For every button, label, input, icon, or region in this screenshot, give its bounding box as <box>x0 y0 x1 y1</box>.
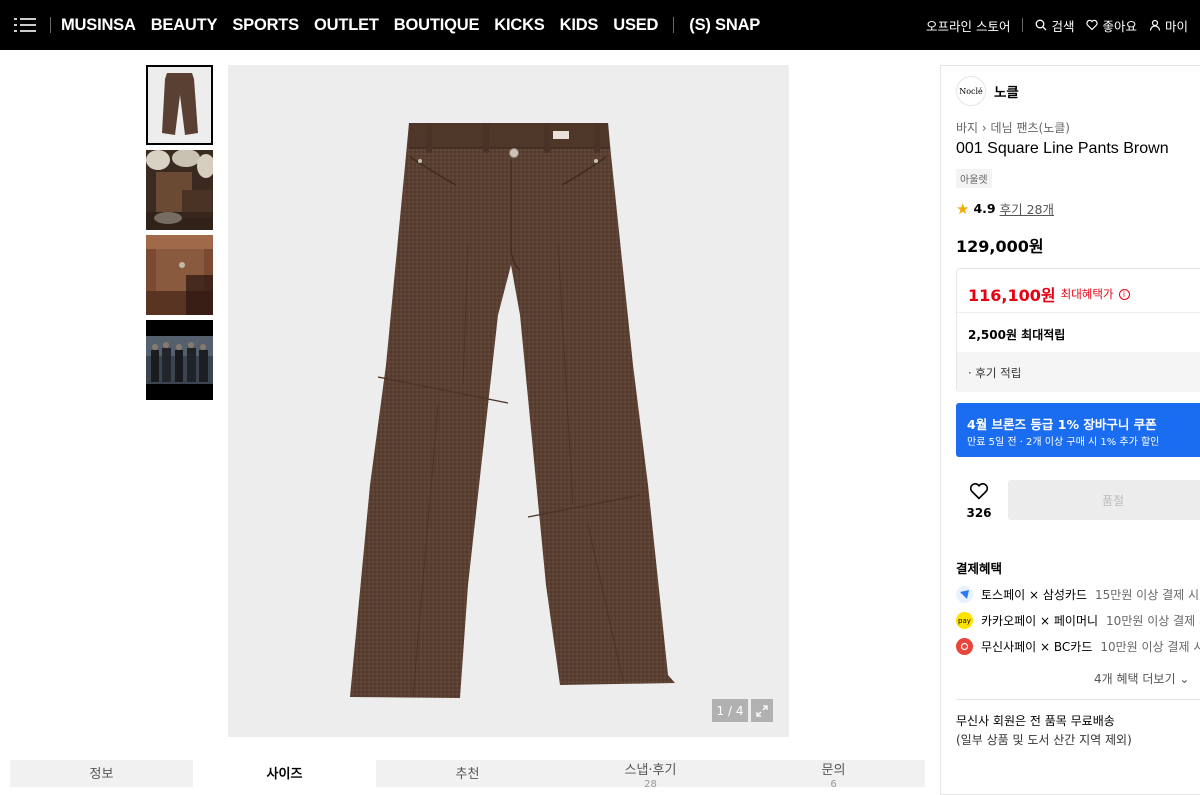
musinsa-pay-icon <box>956 638 973 655</box>
rating-value: 4.9 <box>973 201 996 216</box>
more-benefits-label: 4개 혜택 더보기 <box>1094 672 1176 686</box>
top-right-menu: 오프라인 스토어 검색 좋아요 마이 <box>926 0 1188 50</box>
search-icon <box>1036 19 1047 31</box>
thumbnail-fabric-detail[interactable] <box>146 235 213 315</box>
nav-outlet[interactable]: OUTLET <box>314 16 379 35</box>
top-navigation-bar: MUSINSA BEAUTY SPORTS OUTLET BOUTIQUE KI… <box>0 0 1200 50</box>
breadcrumb-item[interactable]: 데님 팬츠(노클) <box>991 121 1070 135</box>
nav-snap[interactable]: (S) SNAP <box>689 16 760 35</box>
like-button[interactable]: 326 <box>965 482 993 520</box>
tab-info-label: 정보 <box>89 767 114 782</box>
menu-divider <box>1022 18 1024 32</box>
hamburger-menu-icon[interactable] <box>0 0 50 50</box>
brand-name: 노클 <box>994 85 1019 101</box>
tab-inquiry-label: 문의 <box>821 763 846 778</box>
review-points: · 후기 적립 <box>968 366 1022 380</box>
info-icon[interactable]: i <box>1118 288 1130 300</box>
divider <box>957 312 1200 313</box>
my-label: 마이 <box>1164 18 1188 34</box>
thumbnail-model-detail[interactable] <box>146 150 213 230</box>
coupon-banner[interactable]: 4월 브론즈 등급 1% 장바구니 쿠폰 만료 5일 전 · 2개 이상 구매 … <box>956 403 1200 457</box>
tab-size-label: 사이즈 <box>266 767 303 782</box>
nav-used[interactable]: USED <box>613 16 658 35</box>
tab-size[interactable]: 사이즈 <box>193 760 376 787</box>
soldout-button[interactable]: 품절 <box>1008 480 1200 520</box>
payment-benefit-row[interactable]: 무신사페이 × BC카드 10만원 이상 결제 시 4천 <box>956 638 1200 655</box>
payment-benefit-row[interactable]: 토스페이 × 삼성카드 15만원 이상 결제 시 5천 <box>956 586 1200 603</box>
payment-desc: 10만원 이상 결제 시 4 <box>1106 614 1200 628</box>
coupon-title: 4월 브론즈 등급 1% 장바구니 쿠폰 <box>967 417 1157 432</box>
main-nav: MUSINSA BEAUTY SPORTS OUTLET BOUTIQUE KI… <box>61 16 760 35</box>
max-benefit-box: 116,100원 최대혜택가 i 2,500원 최대적립 · 후기 적립 <box>956 268 1200 392</box>
toss-pay-icon <box>956 586 973 603</box>
shipping-exception-text: (일부 상품 및 도서 산간 지역 제외) <box>956 733 1132 747</box>
tab-snap-review-count: 28 <box>644 779 657 790</box>
offline-store-link[interactable]: 오프라인 스토어 <box>926 16 1010 35</box>
brand-link[interactable]: Noclé 노클 <box>956 76 1019 106</box>
payment-name: 무신사페이 × BC카드 <box>981 640 1093 654</box>
payment-desc: 10만원 이상 결제 시 4천 <box>1100 640 1200 654</box>
tab-snap-review-label: 스냅·후기 <box>624 763 677 778</box>
nav-divider <box>50 17 51 33</box>
nav-divider <box>673 17 675 33</box>
payment-name: 카카오페이 × 페이머니 <box>981 614 1099 628</box>
heart-icon <box>1086 19 1099 31</box>
payment-benefit-row[interactable]: pay 카카오페이 × 페이머니 10만원 이상 결제 시 4 <box>956 612 1200 629</box>
divider <box>956 699 1200 700</box>
tab-info[interactable]: 정보 <box>10 760 193 787</box>
review-link[interactable]: 후기 28개 <box>1000 199 1054 218</box>
user-icon <box>1149 19 1161 31</box>
product-name: 001 Square Line Pants Brown <box>956 140 1169 157</box>
likes-label: 좋아요 <box>1102 18 1137 34</box>
heart-icon <box>969 483 989 500</box>
review-points-area: · 후기 적립 <box>957 352 1200 392</box>
tab-inquiry[interactable]: 문의 6 <box>742 760 925 791</box>
expand-icon <box>756 704 768 717</box>
max-benefit-price: 116,100원 <box>968 286 1056 305</box>
search-button[interactable]: 검색 <box>1035 16 1074 35</box>
nav-musinsa[interactable]: MUSINSA <box>61 16 136 35</box>
my-page-button[interactable]: 마이 <box>1149 16 1188 35</box>
nav-kids[interactable]: KIDS <box>560 16 599 35</box>
kakao-pay-icon: pay <box>956 612 973 629</box>
tab-recommend[interactable]: 추천 <box>376 760 559 787</box>
tab-snap-review[interactable]: 스냅·후기 28 <box>559 760 742 791</box>
breadcrumb-item[interactable]: 바지 <box>956 121 978 135</box>
chevron-right-icon: › <box>981 121 991 135</box>
breadcrumb: 바지 › 데님 팬츠(노클) <box>956 119 1070 136</box>
image-counter: 1 / 4 <box>712 699 748 722</box>
payment-name: 토스페이 × 삼성카드 <box>981 588 1088 602</box>
coupon-desc: 만료 5일 전 · 2개 이상 구매 시 1% 추가 할인 <box>967 437 1160 448</box>
free-shipping-text: 무신사 회원은 전 품목 무료배송 <box>956 714 1115 728</box>
nav-beauty[interactable]: BEAUTY <box>151 16 218 35</box>
thumbnail-group-photo[interactable] <box>146 320 213 400</box>
expand-image-button[interactable] <box>751 699 773 722</box>
product-info-panel: Noclé 노클 바지 › 데님 팬츠(노클) 001 Square Line … <box>940 65 1200 795</box>
detail-tabs: 정보 사이즈 추천 스냅·후기 28 문의 6 <box>10 760 925 791</box>
main-product-image[interactable] <box>228 65 789 737</box>
search-label: 검색 <box>1051 18 1075 34</box>
more-benefits-button[interactable]: 4개 혜택 더보기 ⌄ <box>1094 670 1189 687</box>
brand-logo: Noclé <box>956 76 986 106</box>
rating-row: ★ 4.9 후기 28개 <box>956 199 1054 218</box>
likes-button[interactable]: 좋아요 <box>1086 16 1137 35</box>
outlet-badge: 아울렛 <box>956 169 992 188</box>
nav-sports[interactable]: SPORTS <box>232 16 299 35</box>
thumbnail-pants-front[interactable] <box>146 65 213 145</box>
tab-inquiry-count: 6 <box>830 779 837 790</box>
max-benefit-row[interactable]: 116,100원 최대혜택가 i <box>968 282 1130 306</box>
tab-recommend-label: 추천 <box>455 767 480 782</box>
nav-kicks[interactable]: KICKS <box>494 16 545 35</box>
thumbnail-list <box>146 65 213 405</box>
chevron-down-icon: ⌄ <box>1179 672 1190 686</box>
like-count: 326 <box>966 506 992 520</box>
nav-boutique[interactable]: BOUTIQUE <box>394 16 480 35</box>
max-benefit-label: 최대혜택가 <box>1060 287 1114 301</box>
product-price: 129,000원 <box>956 237 1044 256</box>
star-icon: ★ <box>956 199 970 218</box>
max-points: 2,500원 최대적립 <box>968 328 1066 342</box>
payment-desc: 15만원 이상 결제 시 5천 <box>1095 588 1200 602</box>
payment-benefits-title: 결제혜택 <box>956 561 1003 576</box>
